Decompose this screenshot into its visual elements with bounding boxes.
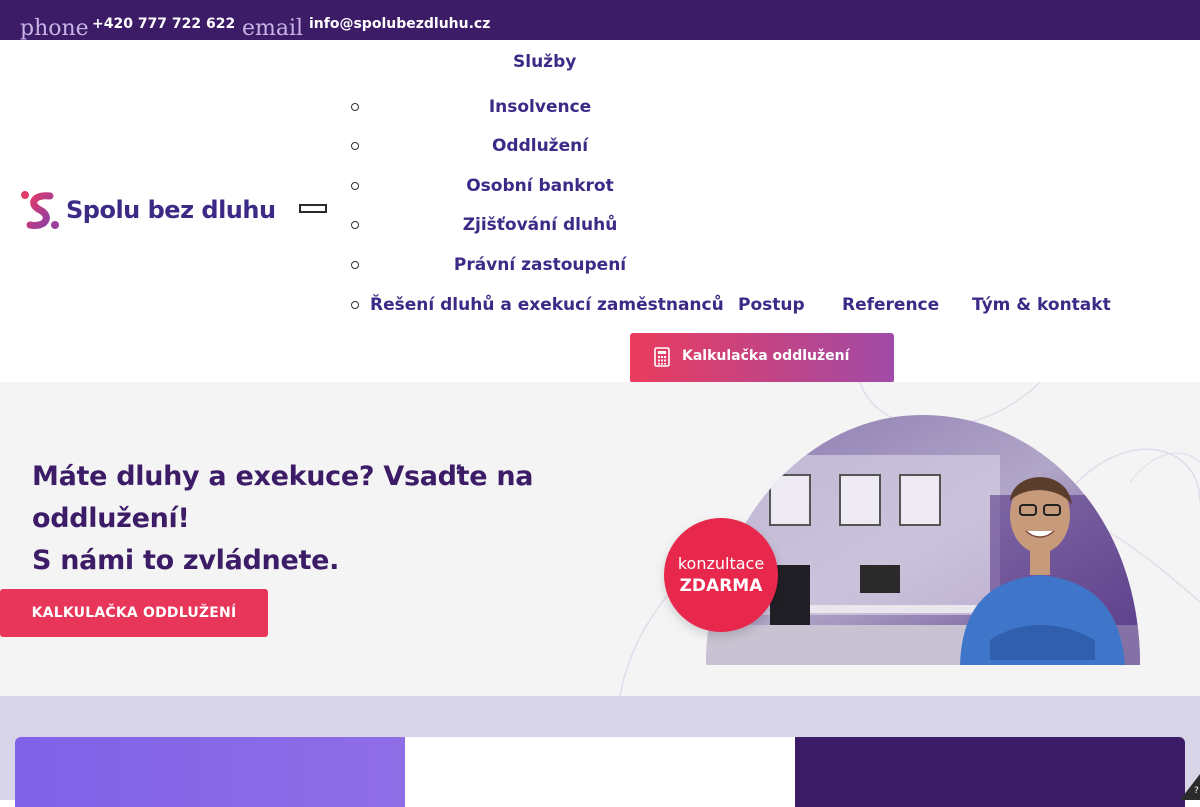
nav-item-reference[interactable]: Reference [842, 294, 939, 316]
hero-heading-line-1: Máte dluhy a exekuce? Vsaďte na oddlužen… [32, 461, 534, 534]
nav-item-services[interactable]: Služby [513, 51, 576, 73]
nav-item-postup[interactable]: Postup [738, 294, 805, 316]
submenu-item-label: Řešení dluhů a exekucí zaměstnanců [370, 295, 724, 315]
calculator-button-label: Kalkulačka oddlužení [682, 348, 850, 364]
submenu-item-label: Oddlužení [491, 136, 589, 156]
brand-name: Spolu bez dluhu [66, 196, 276, 224]
feature-card-3 [795, 737, 1185, 807]
list-bullet-icon [351, 142, 359, 150]
list-bullet-icon [351, 103, 359, 111]
feature-card-1 [15, 737, 405, 807]
list-bullet-icon [351, 182, 359, 190]
help-widget-icon[interactable]: ? [1180, 774, 1200, 800]
submenu-item-label: Insolvence [488, 97, 592, 117]
submenu-item-oddluzeni[interactable]: Oddlužení [350, 135, 730, 159]
nav-item-tym-kontakt[interactable]: Tým & kontakt [972, 294, 1111, 316]
hero-calculator-button[interactable]: KALKULAČKA ODDLUŽENÍ [0, 589, 268, 637]
list-bullet-icon [351, 221, 359, 229]
free-consultation-badge: konzultace ZDARMA [664, 518, 778, 632]
submenu-item-insolvence[interactable]: Insolvence [350, 96, 730, 120]
phone-icon: phone [20, 16, 89, 41]
hero-heading: Máte dluhy a exekuce? Vsaďte na oddlužen… [32, 456, 592, 582]
phone-link[interactable]: +420 777 722 622 [92, 15, 235, 33]
calculator-icon [654, 347, 670, 367]
hero-heading-line-2: S námi to zvládnete. [32, 545, 340, 576]
submenu-item-pravni-zastoupeni[interactable]: Právní zastoupení [350, 254, 730, 278]
badge-line-1: konzultace [677, 554, 765, 573]
submenu-item-label: Osobní bankrot [466, 176, 614, 196]
features-section [0, 696, 1200, 807]
badge-line-2: ZDARMA [679, 576, 763, 596]
svg-text:?: ? [1194, 786, 1199, 796]
feature-card-2 [405, 737, 795, 807]
menu-toggle-button[interactable] [299, 204, 327, 213]
submenu-item-osobni-bankrot[interactable]: Osobní bankrot [350, 175, 730, 199]
list-bullet-icon [351, 301, 359, 309]
list-bullet-icon [351, 261, 359, 269]
email-icon: email [242, 16, 304, 41]
hero-section: Máte dluhy a exekuce? Vsaďte na oddlužen… [0, 382, 1200, 696]
submenu-item-label: Zjišťování dluhů [462, 215, 618, 235]
submenu-item-label: Právní zastoupení [453, 255, 627, 275]
submenu-item-reseni-dluhu-zamestnancu[interactable]: Řešení dluhů a exekucí zaměstnanců [350, 294, 730, 318]
logo-mark-icon [21, 191, 59, 229]
calculator-button[interactable]: Kalkulačka oddlužení [630, 333, 894, 383]
top-contact-bar: phone +420 777 722 622 email info@spolub… [0, 0, 1200, 41]
email-link[interactable]: info@spolubezdluhu.cz [309, 15, 490, 33]
submenu-item-zjistovani-dluhu[interactable]: Zjišťování dluhů [350, 214, 730, 238]
